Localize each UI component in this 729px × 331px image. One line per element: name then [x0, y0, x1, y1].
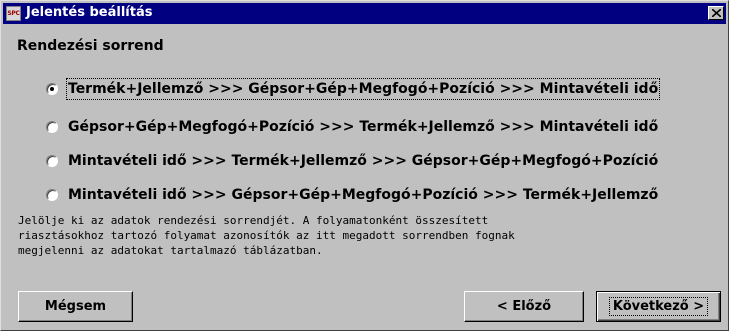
window-title: Jelentés beállítás — [26, 5, 153, 20]
help-line: Jelölje ki az adatok rendezési sorrendjé… — [18, 214, 489, 227]
section-title: Rendezési sorrend — [17, 38, 164, 54]
previous-button[interactable]: < Előző — [464, 291, 584, 322]
help-line: megjelenni az adatokat tartalmazó tábláz… — [18, 244, 323, 257]
app-icon: SPC — [6, 6, 21, 21]
next-button[interactable]: Következő > — [596, 291, 721, 322]
cancel-button[interactable]: Mégsem — [18, 291, 133, 322]
sort-option-label[interactable]: Mintavételi idő >>> Termék+Jellemző >>> … — [68, 152, 658, 170]
sort-option-label[interactable]: Mintavételi idő >>> Gépsor+Gép+Megfogó+P… — [68, 186, 658, 204]
help-text: Jelölje ki az adatok rendezési sorrendjé… — [18, 213, 718, 258]
sort-option-label[interactable]: Gépsor+Gép+Megfogó+Pozíció >>> Termék+Je… — [68, 118, 658, 136]
radio-button[interactable] — [46, 189, 58, 201]
radio-button[interactable] — [46, 155, 58, 167]
title-bar[interactable]: SPC Jelentés beállítás — [3, 3, 726, 24]
close-icon — [712, 9, 721, 17]
radio-button[interactable] — [46, 83, 58, 95]
radio-selected-dot — [50, 87, 54, 91]
dialog-window: SPC Jelentés beállítás Rendezési sorrend… — [0, 0, 729, 331]
close-button[interactable] — [708, 6, 724, 20]
radio-button[interactable] — [46, 121, 58, 133]
next-button-label: Következő > — [608, 297, 709, 316]
sort-option-label[interactable]: Termék+Jellemző >>> Gépsor+Gép+Megfogó+P… — [65, 78, 661, 100]
help-line: riasztásokhoz tartozó folyamat azonosító… — [18, 229, 515, 242]
